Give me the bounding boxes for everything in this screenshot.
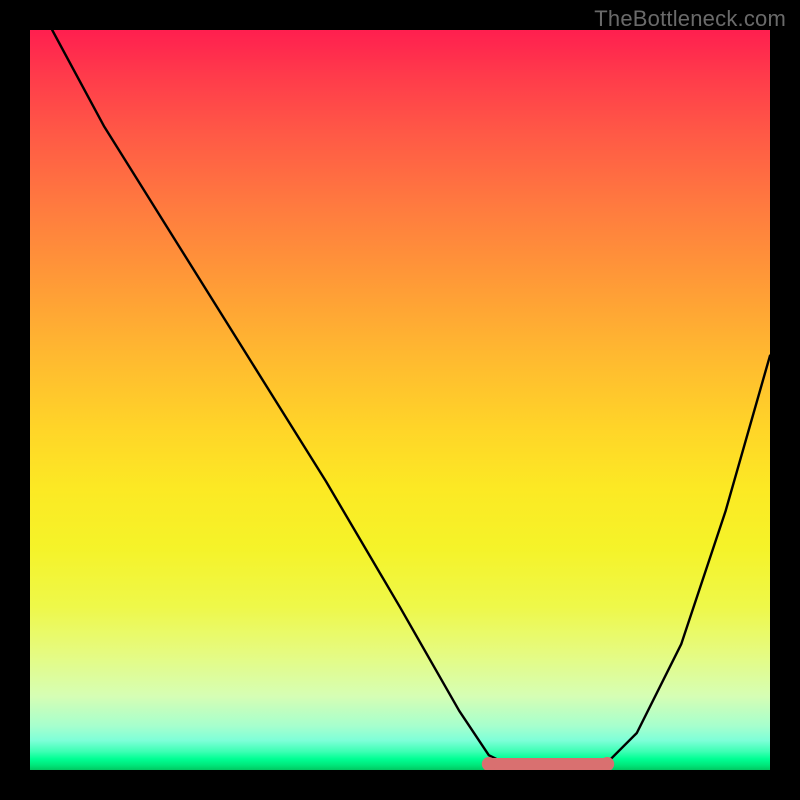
watermark-text: TheBottleneck.com [594,6,786,32]
chart-frame: TheBottleneck.com [0,0,800,800]
bottleneck-curve [30,30,770,770]
plot-area [30,30,770,770]
